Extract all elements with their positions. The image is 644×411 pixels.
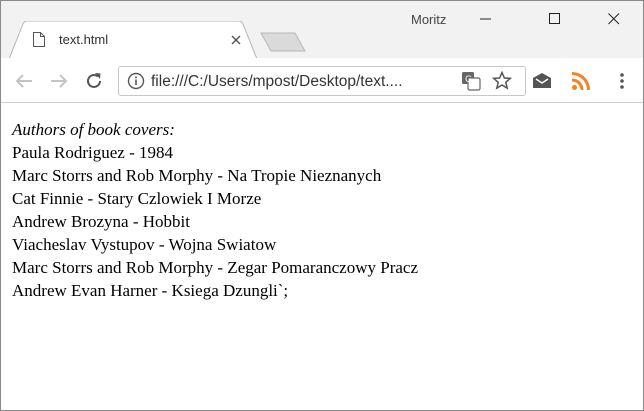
minimize-icon [480,18,491,20]
tab-shape [9,21,257,59]
star-icon[interactable] [492,71,512,91]
kebab-menu-icon [620,73,624,89]
back-button[interactable] [13,70,35,92]
reload-button[interactable] [83,70,105,92]
reload-icon [87,73,101,88]
list-item: Paula Rodriguez - 1984 [12,143,173,162]
back-arrow-icon [15,74,32,88]
tab-text-html[interactable]: text.html [9,21,257,59]
extension-rss-button[interactable] [570,70,592,92]
tab-close-icon[interactable] [231,35,241,45]
maximize-icon [549,13,560,24]
list-item: Cat Finnie - Stary Czlowiek I Morze [12,189,262,208]
browser-window: Moritz text.html file:///C:/Users/mpost/… [0,0,644,411]
translate-icon[interactable]: G [461,71,481,91]
list-item: Viacheslav Vystupov - Wojna Swiatow [12,235,277,254]
address-bar[interactable]: file:///C:/Users/mpost/Desktop/text.... … [118,66,526,96]
menu-button[interactable] [611,70,633,92]
new-tab-button[interactable] [259,31,307,53]
maximize-button[interactable] [532,1,578,37]
info-icon[interactable] [127,72,145,90]
list-item: Andrew Brozyna - Hobbit [12,212,190,231]
forward-arrow-icon [51,74,68,88]
forward-button[interactable] [48,70,70,92]
page-heading: Authors of book covers: [12,120,175,139]
list-item: Marc Storrs and Rob Morphy - Na Tropie N… [12,166,382,185]
mailbox-icon [533,73,551,88]
url-text[interactable]: file:///C:/Users/mpost/Desktop/text.... [151,73,403,91]
page-content: Authors of book covers: Paula Rodriguez … [12,118,418,302]
title-bar: Moritz text.html [1,1,643,59]
tab-title: text.html [59,32,109,47]
profile-name[interactable]: Moritz [411,12,446,27]
minimize-button[interactable] [463,1,509,37]
extension-mail-button[interactable] [531,70,553,92]
list-item: Marc Storrs and Rob Morphy - Zegar Pomar… [12,258,418,277]
close-window-button[interactable] [591,1,637,37]
close-icon [608,13,620,25]
rss-icon [571,72,590,91]
page-icon [33,32,45,47]
list-item: Andrew Evan Harner - Ksiega Dzungli`; [12,281,289,300]
svg-text:G: G [465,75,472,85]
toolbar: file:///C:/Users/mpost/Desktop/text.... … [1,58,643,103]
